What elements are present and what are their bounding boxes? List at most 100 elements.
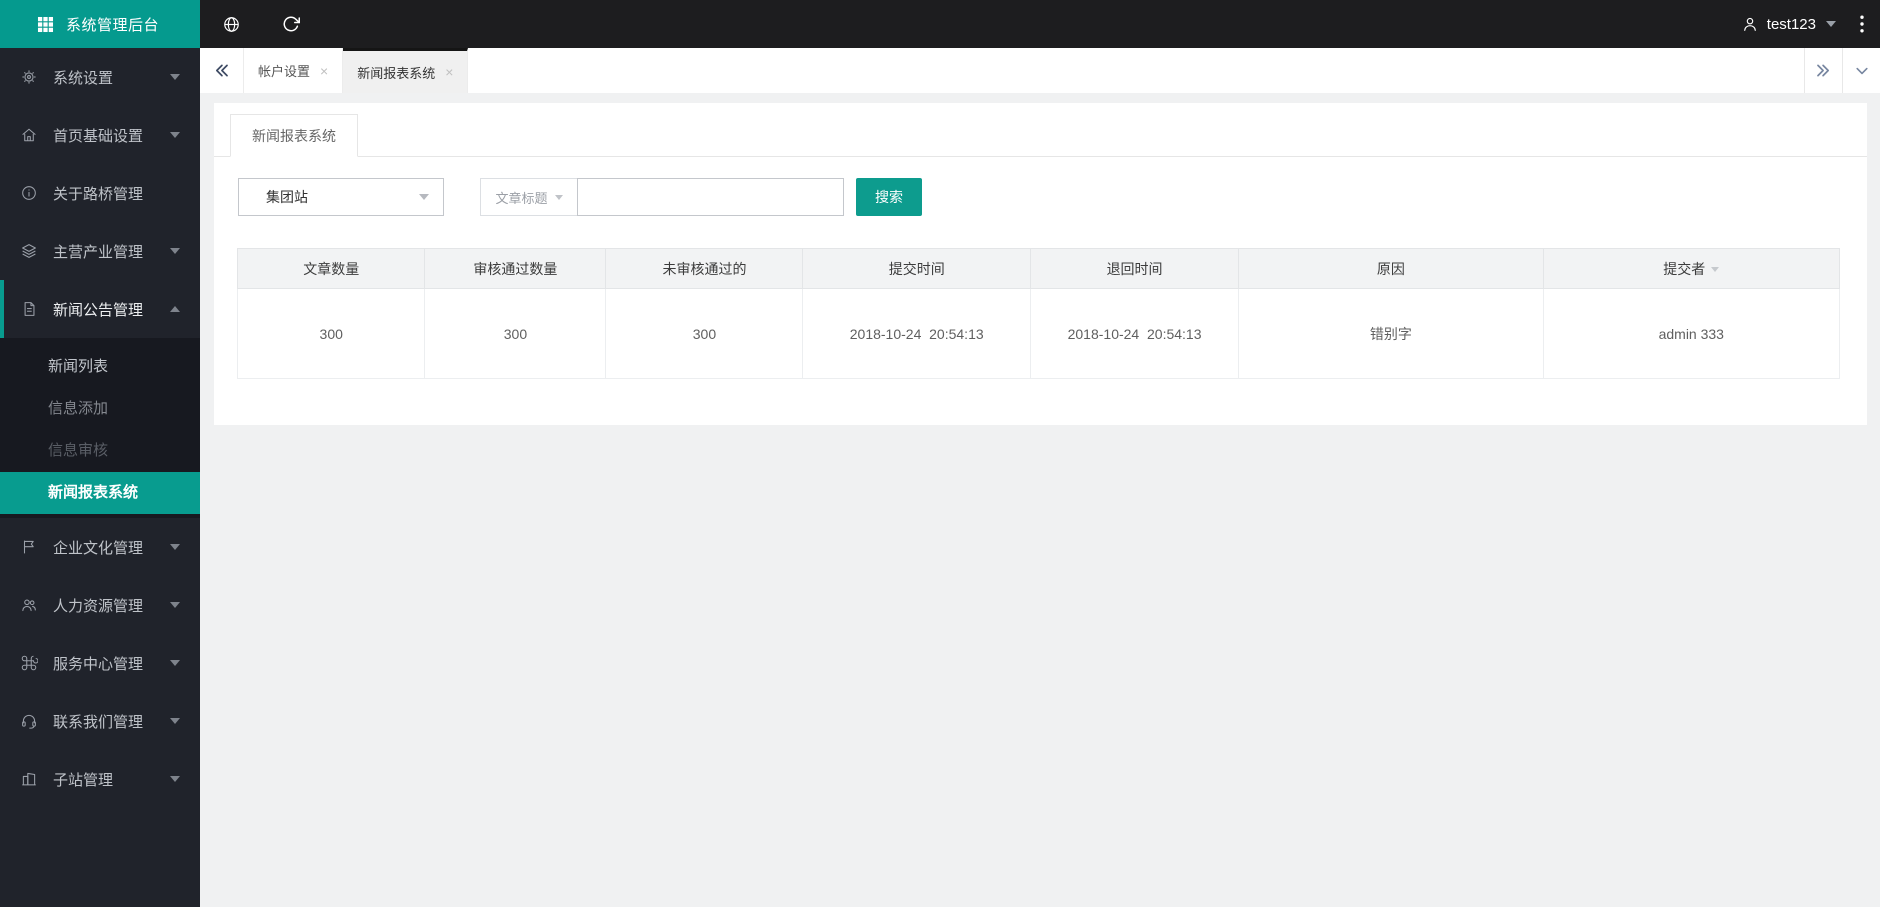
field-select[interactable]: 文章标题 [480,178,578,216]
panel-tab-news-report[interactable]: 新闻报表系统 [230,114,358,157]
sidebar-item-label: 人力资源管理 [53,597,144,615]
cell-unapproved-count: 300 [605,288,804,379]
submenu-item-news-report-system[interactable]: 新闻报表系统 [0,472,200,514]
language-button[interactable] [200,0,262,48]
main-area: 帐户设置 × 新闻报表系统 × 新闻报表系统 集团站 文章标题 搜索 文章数量 … [200,48,1880,907]
sidebar: 系统设置 首页基础设置 关于路桥管理 主营产业管理 新闻公告管理 新闻列表 信息… [0,48,200,907]
app-title: 系统管理后台 [66,16,160,34]
report-table-wrap: 文章数量 审核通过数量 未审核通过的 提交时间 退回时间 原因 提交者 300 … [236,248,1841,379]
kebab-menu-button[interactable] [1854,11,1870,37]
refresh-icon [282,15,300,33]
gear-icon [20,68,38,86]
site-select[interactable]: 集团站 [238,178,444,216]
tabs-scroll-left-button[interactable] [200,48,244,93]
topbar: 系统管理后台 test123 [0,0,1880,48]
chevron-down-icon [170,248,180,254]
layers-icon [20,242,38,260]
sidebar-item-label: 服务中心管理 [53,655,144,673]
table-row: 300 300 300 2018-10-24 20:54:13 2018-10-… [236,288,1841,379]
building-icon [20,770,38,788]
col-submit-time: 提交时间 [802,248,1031,289]
chevron-down-icon [170,660,180,666]
close-icon[interactable]: × [445,65,453,79]
sidebar-item-enterprise-culture-management[interactable]: 企业文化管理 [0,518,200,576]
sidebar-item-label: 子站管理 [53,771,114,789]
news-report-panel: 新闻报表系统 集团站 文章标题 搜索 文章数量 审核通过数量 未审核通过的 提交… [214,103,1867,425]
cell-approved-count: 300 [424,288,607,379]
tab-label: 帐户设置 [258,64,311,79]
tab-account-settings[interactable]: 帐户设置 × [244,48,344,93]
people-icon [20,596,38,614]
submenu-item-info-add[interactable]: 信息添加 [0,388,200,430]
submenu-item-news-list[interactable]: 新闻列表 [0,346,200,388]
filter-row: 集团站 文章标题 搜索 [238,178,1867,216]
col-article-count: 文章数量 [236,248,426,289]
tabbar-spacer [468,48,1804,93]
tab-news-report-system[interactable]: 新闻报表系统 × [343,48,469,93]
headset-icon [20,712,38,730]
chevron-up-icon [170,306,180,312]
sidebar-item-label: 新闻公告管理 [53,301,144,319]
cell-return-time: 2018-10-24 20:54:13 [1029,288,1240,379]
info-icon [20,184,38,202]
sidebar-item-service-center-management[interactable]: 服务中心管理 [0,634,200,692]
sidebar-item-system-settings[interactable]: 系统设置 [0,48,200,106]
sidebar-item-label: 企业文化管理 [53,539,144,557]
command-icon [20,654,38,672]
sidebar-item-main-industry-management[interactable]: 主营产业管理 [0,222,200,280]
chevron-down-icon [170,718,180,724]
sidebar-item-hr-management[interactable]: 人力资源管理 [0,576,200,634]
grid-icon [36,15,55,34]
worktab-bar: 帐户设置 × 新闻报表系统 × [200,48,1880,93]
app-logo: 系统管理后台 [0,0,200,48]
sort-caret-icon [1711,267,1720,273]
chevron-down-icon [170,602,180,608]
tabs-scroll-right-button[interactable] [1804,48,1842,93]
site-select-value: 集团站 [266,189,308,205]
report-table: 文章数量 审核通过数量 未审核通过的 提交时间 退回时间 原因 提交者 300 … [236,248,1841,379]
table-header-row: 文章数量 审核通过数量 未审核通过的 提交时间 退回时间 原因 提交者 [236,248,1841,289]
user-icon [1741,15,1759,33]
chevron-down-icon [170,776,180,782]
sidebar-item-about-management[interactable]: 关于路桥管理 [0,164,200,222]
globe-icon [222,15,241,34]
col-reason: 原因 [1238,248,1544,289]
cell-submitter: admin 333 [1542,288,1841,379]
col-submitter[interactable]: 提交者 [1542,248,1841,289]
col-submitter-label: 提交者 [1663,260,1706,277]
topbar-right: test123 [1741,0,1880,48]
chevron-down-icon [419,194,429,200]
search-button[interactable]: 搜索 [856,178,922,216]
col-unapproved-count: 未审核通过的 [605,248,804,289]
tabs-collapse-button[interactable] [1842,48,1880,93]
sidebar-item-label: 关于路桥管理 [53,185,144,203]
chevron-down-icon [170,132,180,138]
submenu-item-info-review[interactable]: 信息审核 [0,430,200,472]
sidebar-item-label: 系统设置 [53,69,114,87]
panel-tab-row: 新闻报表系统 [214,103,1867,157]
close-icon[interactable]: × [320,64,328,78]
sidebar-item-subsite-management[interactable]: 子站管理 [0,750,200,808]
sidebar-item-label: 主营产业管理 [53,243,144,261]
sidebar-item-label: 联系我们管理 [53,713,144,731]
chevron-down-icon [1826,21,1836,27]
tab-label: 新闻报表系统 [357,65,436,81]
sidebar-submenu-news: 新闻列表 信息添加 信息审核 新闻报表系统 [0,338,200,518]
cell-submit-time: 2018-10-24 20:54:13 [802,288,1031,379]
user-menu[interactable]: test123 [1741,15,1836,33]
sidebar-item-label: 首页基础设置 [53,127,144,145]
sidebar-item-contact-us-management[interactable]: 联系我们管理 [0,692,200,750]
home-icon [20,126,38,144]
username: test123 [1766,15,1816,33]
col-approved-count: 审核通过数量 [424,248,607,289]
chevron-down-icon [170,74,180,80]
title-search-group: 文章标题 [480,178,844,216]
search-input[interactable] [577,178,844,216]
cell-article-count: 300 [236,288,426,379]
field-select-value: 文章标题 [495,190,548,206]
sidebar-item-homepage-basic-settings[interactable]: 首页基础设置 [0,106,200,164]
sidebar-item-news-announcement-management[interactable]: 新闻公告管理 [0,280,200,338]
content-area: 新闻报表系统 集团站 文章标题 搜索 文章数量 审核通过数量 未审核通过的 提交… [200,103,1880,907]
col-return-time: 退回时间 [1029,248,1240,289]
refresh-button[interactable] [262,0,320,48]
